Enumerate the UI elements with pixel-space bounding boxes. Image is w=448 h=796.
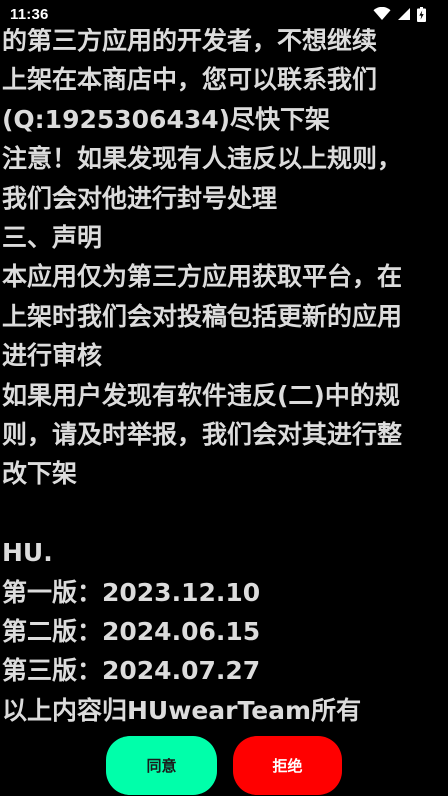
status-bar: 11:36 xyxy=(0,0,448,28)
status-time: 11:36 xyxy=(10,5,49,23)
agreement-line: 三、声明 xyxy=(2,223,103,253)
reject-button[interactable]: 拒绝 xyxy=(233,736,342,795)
agreement-line: 上架在本商店中，您可以联系我们 xyxy=(2,65,378,95)
agreement-text: 的第三方应用的开发者，不想继续 上架在本商店中，您可以联系我们 (Q:1925306… xyxy=(0,21,448,731)
agreement-line: 第三版：2024.07.27 xyxy=(2,656,261,686)
status-icons xyxy=(373,6,426,22)
agree-button[interactable]: 同意 xyxy=(106,736,217,795)
agreement-line: 第二版：2024.06.15 xyxy=(2,617,261,647)
wifi-icon xyxy=(373,7,391,21)
agreement-line: 改下架 xyxy=(2,459,78,489)
agreement-line: HU. xyxy=(2,538,53,568)
agreement-line: 我们会对他进行封号处理 xyxy=(2,183,278,213)
agreement-line: 注意！如果发现有人违反以上规则， xyxy=(2,144,403,174)
agreement-line: 本应用仅为第三方应用获取平台，在 xyxy=(2,262,403,292)
agreement-line: 第一版：2023.12.10 xyxy=(2,577,261,607)
agreement-line: 进行审核 xyxy=(2,341,103,371)
agreement-line: 则，请及时举报，我们会对其进行整 xyxy=(2,420,403,450)
agreement-line: 上架时我们会对投稿包括更新的应用 xyxy=(2,301,403,331)
agreement-line: 如果用户发现有软件违反(二)中的规 xyxy=(2,380,400,410)
battery-charging-icon xyxy=(417,6,426,22)
agreement-line: (Q:1925306434)尽快下架 xyxy=(2,104,331,134)
cellular-signal-icon xyxy=(397,7,411,21)
agreement-line: 以上内容归HUwearTeam所有 xyxy=(2,695,362,725)
